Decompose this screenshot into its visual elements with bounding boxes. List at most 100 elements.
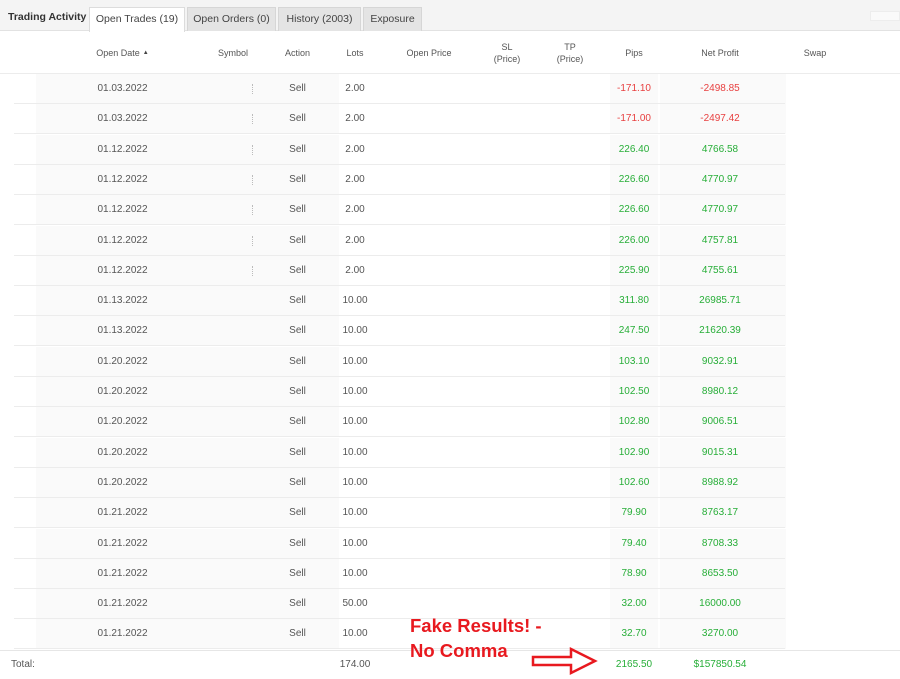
total-lots: 174.00 bbox=[339, 659, 371, 670]
pips-cell: 102.80 bbox=[618, 416, 650, 428]
net-profit-cell: 4757.81 bbox=[701, 234, 739, 246]
search-input[interactable] bbox=[870, 11, 900, 21]
symbol-cell-marker bbox=[250, 114, 253, 125]
action-cell: Sell bbox=[289, 295, 306, 307]
net-profit-cell: 16000.00 bbox=[699, 598, 741, 610]
pips-cell: 226.60 bbox=[618, 204, 650, 216]
column-header-action[interactable]: Action bbox=[270, 31, 325, 74]
tab-bar: Trading Activity Open Trades (19) Open O… bbox=[0, 0, 900, 32]
table-row[interactable]: 01.21.2022 Sell 10.00 79.40 8708.33 bbox=[0, 528, 900, 559]
table-row[interactable]: 01.03.2022 Sell 2.00 -171.10 -2498.85 bbox=[0, 74, 900, 104]
row-band bbox=[206, 558, 253, 589]
net-profit-cell: 8980.12 bbox=[701, 386, 739, 397]
net-profit-cell: 26985.71 bbox=[699, 295, 741, 307]
sort-ascending-icon: ▲ bbox=[142, 49, 149, 56]
table-row[interactable]: 01.20.2022 Sell 10.00 102.90 9015.31 bbox=[0, 437, 900, 468]
action-cell: Sell bbox=[289, 567, 306, 579]
table-row[interactable]: 01.20.2022 Sell 10.00 102.60 8988.92 bbox=[0, 467, 900, 498]
table-row[interactable]: 01.12.2022 Sell 2.00 226.40 4766.58 bbox=[0, 134, 900, 165]
table-header: Open Date ▲ Symbol Action Lots Open Pric… bbox=[0, 31, 900, 74]
column-header-pips[interactable]: Pips bbox=[609, 31, 659, 74]
lots-cell: 10.00 bbox=[342, 325, 368, 337]
row-band bbox=[206, 377, 253, 407]
lots-cell: 50.00 bbox=[342, 598, 368, 610]
table-row[interactable]: 01.21.2022 Sell 10.00 79.90 8763.17 bbox=[0, 498, 900, 529]
row-band bbox=[206, 255, 253, 286]
table-row[interactable]: 01.12.2022 Sell 2.00 225.90 4755.61 bbox=[0, 255, 900, 286]
table-row[interactable]: 01.20.2022 Sell 10.00 103.10 9032.91 bbox=[0, 346, 900, 377]
lots-cell: 2.00 bbox=[345, 113, 365, 125]
lots-cell: 10.00 bbox=[342, 537, 368, 549]
pips-cell: 32.00 bbox=[621, 598, 647, 610]
net-profit-cell: 8708.33 bbox=[701, 537, 739, 549]
tab-title: Trading Activity bbox=[8, 11, 87, 23]
table-row[interactable]: 01.21.2022 Sell 10.00 78.90 8653.50 bbox=[0, 558, 900, 589]
net-profit-cell: 8653.50 bbox=[701, 567, 739, 579]
action-cell: Sell bbox=[289, 628, 306, 640]
action-cell: Sell bbox=[289, 204, 306, 216]
row-band bbox=[206, 195, 253, 226]
column-header-lots[interactable]: Lots bbox=[330, 31, 380, 74]
action-cell: Sell bbox=[289, 446, 306, 458]
tab-open-orders[interactable]: Open Orders (0) bbox=[187, 7, 276, 31]
annotation-text: Fake Results! - No Comma bbox=[410, 613, 542, 663]
action-cell: Sell bbox=[289, 143, 306, 155]
column-header-sl-top: SL bbox=[501, 41, 513, 52]
table-row[interactable]: 01.20.2022 Sell 10.00 102.50 8980.12 bbox=[0, 377, 900, 407]
row-band bbox=[206, 164, 253, 195]
column-header-open-date[interactable]: Open Date ▲ bbox=[75, 31, 170, 74]
table-row[interactable]: 01.12.2022 Sell 2.00 226.60 4770.97 bbox=[0, 164, 900, 195]
net-profit-cell: 4766.58 bbox=[701, 143, 739, 155]
table-row[interactable]: 01.13.2022 Sell 10.00 311.80 26985.71 bbox=[0, 286, 900, 317]
pips-cell: 32.70 bbox=[621, 628, 647, 640]
pips-cell: 226.60 bbox=[618, 173, 650, 185]
table-row[interactable]: 01.20.2022 Sell 10.00 102.80 9006.51 bbox=[0, 407, 900, 438]
column-header-swap[interactable]: Swap bbox=[790, 31, 840, 74]
tab-open-trades[interactable]: Open Trades (19) bbox=[89, 7, 185, 32]
open-date-cell: 01.03.2022 bbox=[97, 83, 148, 94]
open-date-cell: 01.12.2022 bbox=[97, 204, 148, 216]
column-header-sl[interactable]: SL (Price) bbox=[482, 31, 532, 74]
action-cell: Sell bbox=[289, 386, 306, 397]
table-row[interactable]: 01.12.2022 Sell 2.00 226.00 4757.81 bbox=[0, 225, 900, 256]
tab-exposure[interactable]: Exposure bbox=[363, 7, 422, 31]
action-cell: Sell bbox=[289, 173, 306, 185]
lots-cell: 2.00 bbox=[345, 143, 365, 155]
pips-cell: 102.50 bbox=[618, 386, 650, 397]
open-date-cell: 01.13.2022 bbox=[97, 295, 148, 307]
table-row[interactable]: 01.12.2022 Sell 2.00 226.60 4770.97 bbox=[0, 195, 900, 226]
lots-cell: 10.00 bbox=[342, 386, 368, 397]
column-header-net-profit[interactable]: Net Profit bbox=[680, 31, 760, 74]
net-profit-cell: 9015.31 bbox=[701, 446, 739, 458]
lots-cell: 10.00 bbox=[342, 567, 368, 579]
column-header-symbol[interactable]: Symbol bbox=[205, 31, 261, 74]
action-cell: Sell bbox=[289, 264, 306, 276]
lots-cell: 10.00 bbox=[342, 507, 368, 519]
open-date-cell: 01.12.2022 bbox=[97, 143, 148, 155]
column-header-tp-top: TP bbox=[564, 41, 576, 52]
row-band bbox=[206, 104, 253, 135]
tab-history[interactable]: History (2003) bbox=[278, 7, 361, 31]
action-cell: Sell bbox=[289, 476, 306, 488]
table-row[interactable]: 01.03.2022 Sell 2.00 -171.00 -2497.42 bbox=[0, 104, 900, 135]
open-date-cell: 01.20.2022 bbox=[97, 386, 148, 397]
row-band bbox=[206, 528, 253, 559]
column-header-open-price[interactable]: Open Price bbox=[396, 31, 462, 74]
pips-cell: 102.60 bbox=[618, 476, 650, 488]
pips-cell: 79.40 bbox=[621, 537, 647, 549]
lots-cell: 10.00 bbox=[342, 295, 368, 307]
open-date-cell: 01.12.2022 bbox=[97, 173, 148, 185]
lots-cell: 10.00 bbox=[342, 628, 368, 640]
lots-cell: 2.00 bbox=[345, 234, 365, 246]
open-date-cell: 01.12.2022 bbox=[97, 234, 148, 246]
row-band bbox=[206, 316, 253, 347]
row-band bbox=[206, 498, 253, 529]
column-header-tp[interactable]: TP (Price) bbox=[545, 31, 595, 74]
net-profit-cell: 9032.91 bbox=[701, 355, 739, 367]
column-header-label: Open Date bbox=[96, 47, 140, 58]
net-profit-cell: 9006.51 bbox=[701, 416, 739, 428]
pips-cell: 247.50 bbox=[618, 325, 650, 337]
net-profit-cell: 8988.92 bbox=[701, 476, 739, 488]
table-row[interactable]: 01.13.2022 Sell 10.00 247.50 21620.39 bbox=[0, 316, 900, 347]
pips-cell: 102.90 bbox=[618, 446, 650, 458]
